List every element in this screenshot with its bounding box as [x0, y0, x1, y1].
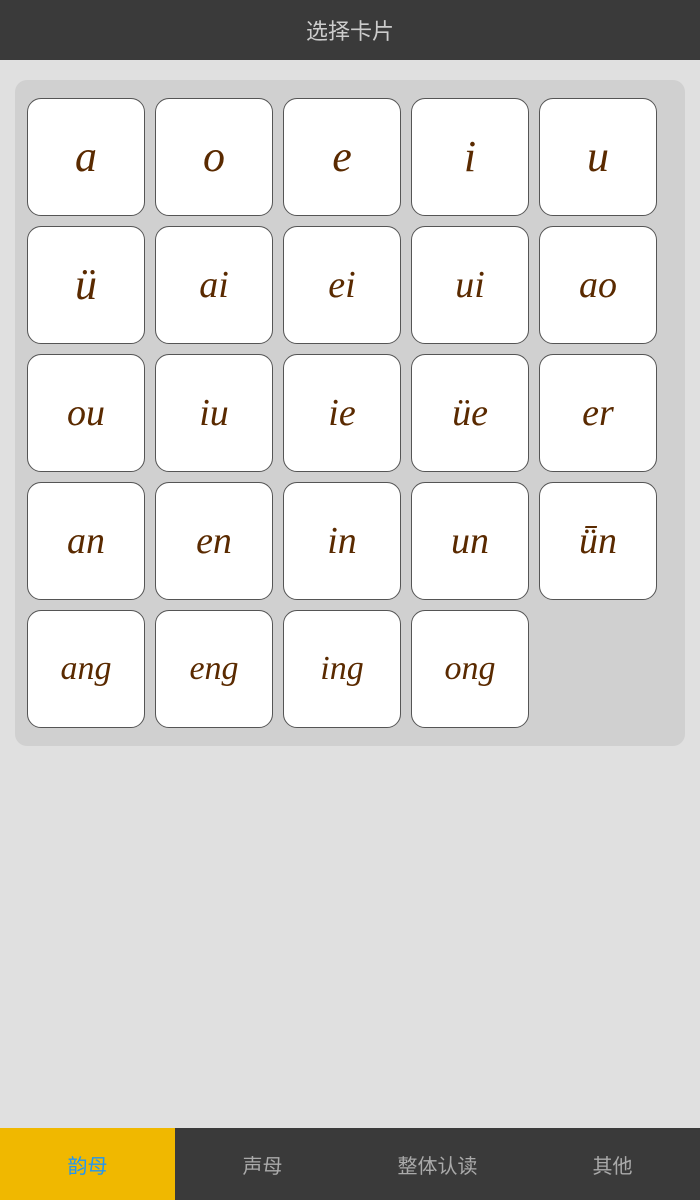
- card-label-ie: ie: [328, 394, 355, 432]
- card-ing[interactable]: ing: [283, 610, 401, 728]
- card-er[interactable]: er: [539, 354, 657, 472]
- nav-label-shengmu: 声母: [243, 1150, 283, 1179]
- card-u-umlaut[interactable]: ü: [27, 226, 145, 344]
- card-label-ou: ou: [67, 394, 105, 432]
- card-label-e: e: [332, 135, 352, 179]
- card-row-3: ou iu ie üe er: [27, 354, 673, 472]
- card-eng[interactable]: eng: [155, 610, 273, 728]
- header-title: 选择卡片: [306, 14, 394, 46]
- main-content: a o e i u ü ai ei: [0, 60, 700, 1128]
- nav-item-qita[interactable]: 其他: [525, 1128, 700, 1200]
- card-u[interactable]: u: [539, 98, 657, 216]
- card-label-an: an: [67, 522, 105, 560]
- nav-item-yunmu[interactable]: 韵母: [0, 1128, 175, 1200]
- card-label-ui: ui: [455, 266, 485, 304]
- card-e[interactable]: e: [283, 98, 401, 216]
- card-in[interactable]: in: [283, 482, 401, 600]
- card-label-en: en: [196, 522, 232, 560]
- card-un[interactable]: un: [411, 482, 529, 600]
- card-ao[interactable]: ao: [539, 226, 657, 344]
- card-a[interactable]: a: [27, 98, 145, 216]
- card-ang[interactable]: ang: [27, 610, 145, 728]
- card-label-i: i: [464, 135, 476, 179]
- card-o[interactable]: o: [155, 98, 273, 216]
- card-label-eng: eng: [189, 652, 238, 686]
- card-label-ing: ing: [320, 652, 363, 686]
- card-label-ang: ang: [61, 652, 112, 686]
- card-label-ei: ei: [328, 266, 355, 304]
- card-label-ai: ai: [199, 266, 229, 304]
- card-i[interactable]: i: [411, 98, 529, 216]
- card-label-un-umlaut: ǖn: [579, 522, 617, 560]
- card-ong[interactable]: ong: [411, 610, 529, 728]
- card-ai[interactable]: ai: [155, 226, 273, 344]
- nav-label-yunmu: 韵母: [68, 1150, 108, 1179]
- cards-container: a o e i u ü ai ei: [15, 80, 685, 746]
- card-un-umlaut[interactable]: ǖn: [539, 482, 657, 600]
- card-en[interactable]: en: [155, 482, 273, 600]
- card-ue[interactable]: üe: [411, 354, 529, 472]
- card-label-a: a: [75, 135, 97, 179]
- card-label-o: o: [203, 135, 225, 179]
- card-label-un: un: [451, 522, 489, 560]
- bottom-nav: 韵母 声母 整体认读 其他: [0, 1128, 700, 1200]
- card-row-5: ang eng ing ong: [27, 610, 673, 728]
- card-row-1: a o e i u: [27, 98, 673, 216]
- card-label-ong: ong: [445, 652, 496, 686]
- card-label-ue: üe: [452, 394, 488, 432]
- nav-label-zhengti: 整体认读: [398, 1150, 478, 1179]
- card-an[interactable]: an: [27, 482, 145, 600]
- card-label-in: in: [327, 522, 357, 560]
- nav-item-zhengti[interactable]: 整体认读: [350, 1128, 525, 1200]
- app-header: 选择卡片: [0, 0, 700, 60]
- card-iu[interactable]: iu: [155, 354, 273, 472]
- card-ou[interactable]: ou: [27, 354, 145, 472]
- card-ui[interactable]: ui: [411, 226, 529, 344]
- card-row-4: an en in un ǖn: [27, 482, 673, 600]
- card-label-ao: ao: [579, 266, 617, 304]
- card-ei[interactable]: ei: [283, 226, 401, 344]
- card-ie[interactable]: ie: [283, 354, 401, 472]
- card-row-2: ü ai ei ui ao: [27, 226, 673, 344]
- card-label-er: er: [582, 394, 614, 432]
- nav-item-shengmu[interactable]: 声母: [175, 1128, 350, 1200]
- nav-label-qita: 其他: [593, 1150, 633, 1179]
- card-label-u: u: [587, 135, 609, 179]
- card-label-iu: iu: [199, 394, 229, 432]
- card-label-u-umlaut: ü: [75, 263, 97, 307]
